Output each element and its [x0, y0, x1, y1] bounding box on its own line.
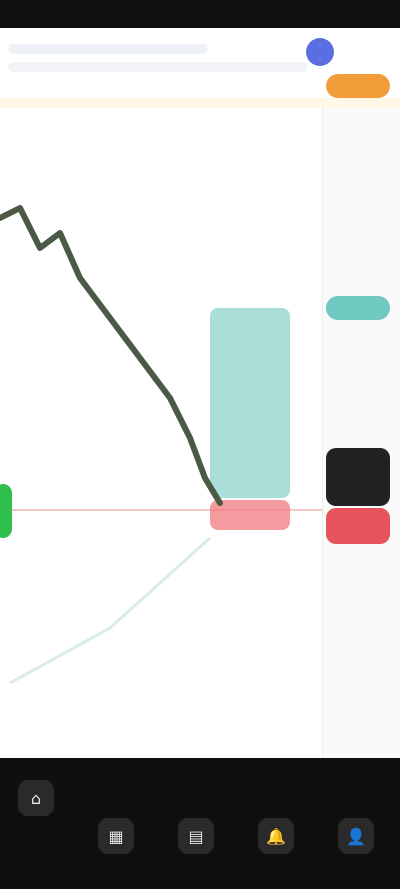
price-badge-teal	[326, 296, 390, 320]
price-axis	[322, 108, 400, 758]
chart-icon[interactable]: ▦	[98, 818, 134, 854]
home-icon[interactable]: ⌂	[18, 780, 54, 816]
price-badge-orange	[326, 74, 390, 98]
header-line-1	[8, 44, 208, 54]
profile-avatar[interactable]	[306, 38, 334, 66]
trend-line	[9, 536, 212, 685]
price-badge-red	[326, 508, 390, 544]
user-icon[interactable]: 👤	[338, 818, 374, 854]
green-marker	[0, 484, 12, 538]
bottom-navigation: ⌂ ▦ ▤ 🔔 👤	[0, 758, 400, 889]
price-badge-dark	[326, 448, 390, 506]
chart-svg	[0, 205, 322, 685]
price-line	[0, 205, 223, 506]
teal-zone	[210, 308, 290, 498]
header-line-2	[8, 62, 308, 72]
bell-icon[interactable]: 🔔	[258, 818, 294, 854]
status-bar	[0, 0, 400, 28]
chart-canvas[interactable]: TV	[0, 108, 322, 836]
info-strip	[0, 98, 400, 108]
grid-icon[interactable]: ▤	[178, 818, 214, 854]
